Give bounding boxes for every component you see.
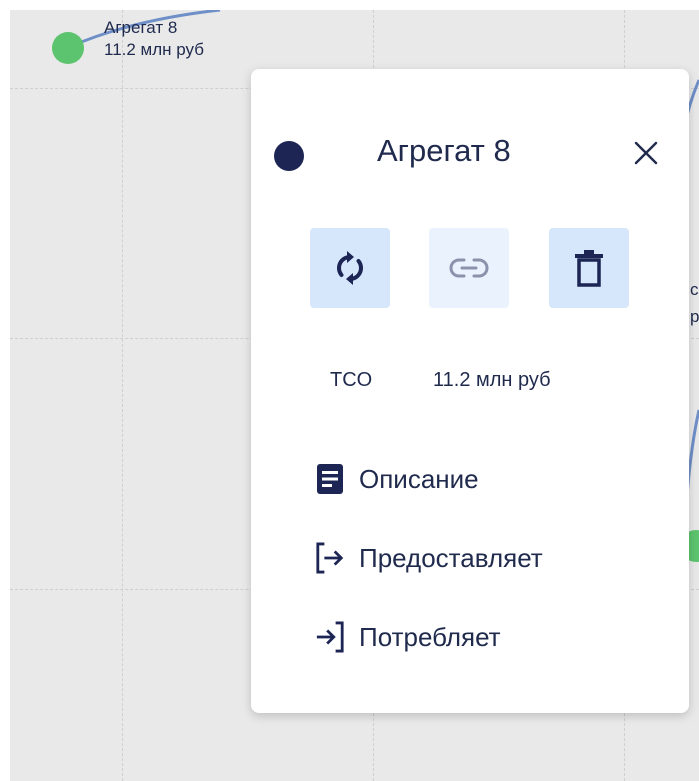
tco-label: TCO xyxy=(330,369,373,391)
node-label-partial: р xyxy=(690,307,699,326)
description-icon xyxy=(315,462,345,496)
link-button[interactable] xyxy=(429,228,509,308)
provides-icon xyxy=(315,541,345,575)
node-name: Агрегат 8 xyxy=(104,18,178,37)
menu-item-label: Предоставляет xyxy=(359,543,543,573)
menu-item-consumes[interactable]: Потребляет xyxy=(315,615,501,659)
close-button[interactable] xyxy=(626,133,666,173)
node-color-dot xyxy=(274,141,304,171)
popup-title: Агрегат 8 xyxy=(377,133,511,168)
node-label-partial: с xyxy=(690,280,699,299)
consumes-icon xyxy=(315,620,345,654)
menu-item-description[interactable]: Описание xyxy=(315,457,479,501)
trash-icon xyxy=(575,250,603,287)
link-icon xyxy=(449,258,489,278)
node-value: 11.2 млн руб xyxy=(104,40,204,59)
refresh-button[interactable] xyxy=(310,228,390,308)
node-popup: Агрегат 8 TCO 11.2 млн руб Описание Пред… xyxy=(251,69,689,713)
menu-item-label: Потребляет xyxy=(359,622,501,652)
delete-button[interactable] xyxy=(549,228,629,308)
refresh-icon xyxy=(336,251,364,285)
close-icon xyxy=(634,141,658,165)
menu-item-provides[interactable]: Предоставляет xyxy=(315,536,543,580)
menu-item-label: Описание xyxy=(359,464,479,494)
tco-value: 11.2 млн руб xyxy=(433,369,551,391)
graph-node[interactable] xyxy=(52,32,84,64)
